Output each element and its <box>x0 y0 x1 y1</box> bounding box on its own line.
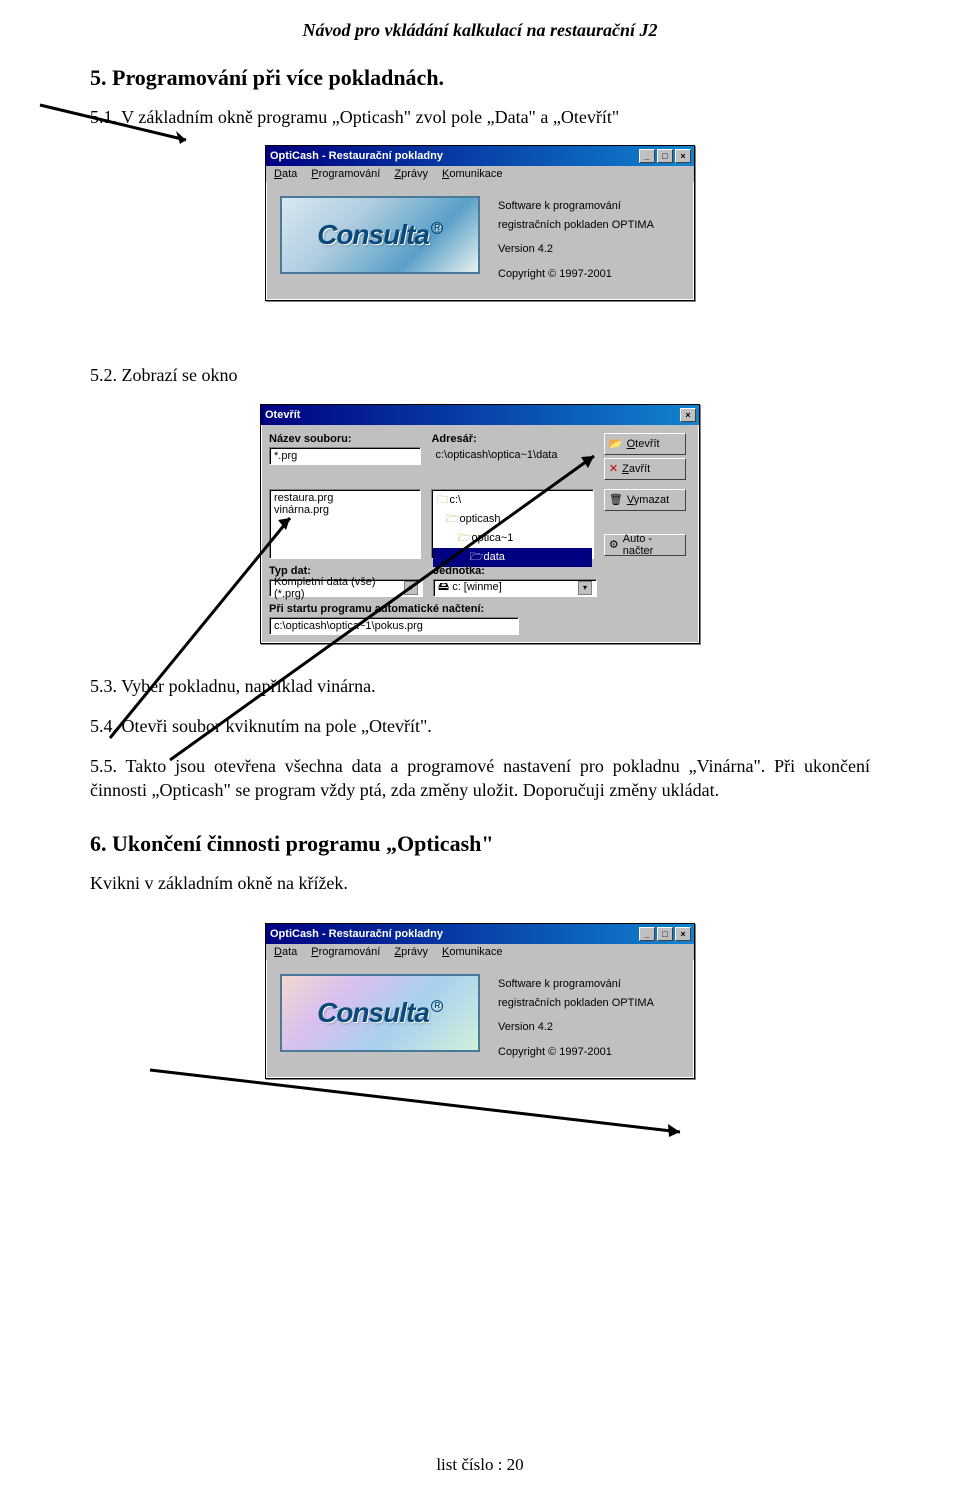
cancel-icon: ✕ <box>609 462 618 475</box>
consulta-logo: ConsultaR <box>280 974 480 1052</box>
registered-icon: R <box>431 222 443 234</box>
section-5-heading: 5. Programování při více pokladnách. <box>90 65 870 91</box>
menu-komunikace[interactable]: Komunikace <box>442 168 503 180</box>
open-button[interactable]: 📂OOtevříttevřít <box>604 433 686 455</box>
page-footer: list číslo : 20 <box>0 1455 960 1475</box>
file-list-item[interactable]: vinárna.prg <box>274 504 416 516</box>
window-title: OptiCash - Restaurační pokladny <box>270 150 443 162</box>
screenshot-opticash-main-2: OptiCash - Restaurační pokladny _ □ × Da… <box>265 923 695 1079</box>
menu-data[interactable]: Data <box>274 168 297 180</box>
autoload-button[interactable]: ⚙Auto - načter <box>604 534 686 556</box>
window-title: OptiCash - Restaurační pokladny <box>270 928 443 940</box>
maximize-icon[interactable]: □ <box>657 149 673 163</box>
screenshot-open-dialog: Otevřít × Název souboru: *.prg Adresář: … <box>260 404 700 644</box>
page-content: 5. Programování při více pokladnách. 5.1… <box>0 41 960 1079</box>
drive-select[interactable]: 🖴 c: [winme]▾ <box>433 579 597 597</box>
directory-label: Adresář: <box>431 433 593 445</box>
app-info-line-2: registračních pokladen OPTIMA <box>498 217 654 234</box>
menu-programovani[interactable]: Programování <box>311 946 380 958</box>
folder-item[interactable]: 🗁optica~1 <box>433 529 591 548</box>
folder-tree[interactable]: 🗀c:\ 🗁opticash 🗁optica~1 🗁data <box>431 489 593 559</box>
delete-button[interactable]: 🗑Vymazat <box>604 489 686 511</box>
maximize-icon[interactable]: □ <box>657 927 673 941</box>
menu-komunikace[interactable]: Komunikace <box>442 946 503 958</box>
datatype-select[interactable]: Kompletní data (vše)(*.prg)▾ <box>269 579 423 597</box>
close-button[interactable]: ✕Zavřít <box>604 458 686 480</box>
close-icon[interactable]: × <box>680 408 696 422</box>
app-info: Software k programování registračních po… <box>498 196 654 284</box>
arrow-to-close-button <box>0 1060 960 1240</box>
folder-item[interactable]: 🗀c:\ <box>433 491 591 510</box>
logo-text: Consulta <box>317 219 429 251</box>
page-header: Návod pro vkládání kalkulací na restaura… <box>0 0 960 41</box>
drive-icon: 🖴 <box>438 581 449 593</box>
paragraph-5-3: 5.3. Vyber pokladnu, například vinárna. <box>90 674 870 698</box>
filename-field[interactable]: *.prg <box>269 447 421 465</box>
drive-label: Jednotka: <box>433 565 597 577</box>
registered-icon: R <box>431 1000 443 1012</box>
filename-label: Název souboru: <box>269 433 421 445</box>
paragraph-5-2: 5.2. Zobrazí se okno <box>90 363 870 387</box>
file-list-item[interactable]: restaura.prg <box>274 492 416 504</box>
window-titlebar: OptiCash - Restaurační pokladny _ □ × <box>266 146 694 166</box>
window-titlebar: OptiCash - Restaurační pokladny _ □ × <box>266 924 694 944</box>
folder-open-icon: 🗁 <box>457 529 471 548</box>
paragraph-5-4: 5.4. Otevři soubor kviknutím na pole „Ot… <box>90 714 870 738</box>
app-copyright: Copyright © 1997-2001 <box>498 266 654 283</box>
minimize-icon[interactable]: _ <box>639 149 655 163</box>
menu-programovani[interactable]: Programování <box>311 168 380 180</box>
paragraph-6-1: Kvikni v základním okně na křížek. <box>90 871 870 895</box>
directory-path: c:\opticash\optica~1\data <box>431 447 593 463</box>
autoload-label: Při startu programu automatické načtení: <box>269 603 691 615</box>
close-icon[interactable]: × <box>675 927 691 941</box>
paragraph-5-1: 5.1. V základním okně programu „Opticash… <box>90 105 870 129</box>
open-folder-icon: 📂 <box>609 437 623 450</box>
section-6-heading: 6. Ukončení činnosti programu „Opticash" <box>90 831 870 857</box>
file-list[interactable]: restaura.prg vinárna.prg <box>269 489 421 559</box>
minimize-icon[interactable]: _ <box>639 927 655 941</box>
app-info-line-2: registračních pokladen OPTIMA <box>498 995 654 1012</box>
dialog-title: Otevřít <box>265 409 300 421</box>
chevron-down-icon: ▾ <box>404 581 418 595</box>
menu-data[interactable]: Data <box>274 946 297 958</box>
app-info-line-1: Software k programování <box>498 976 654 993</box>
trash-icon: 🗑 <box>609 493 623 506</box>
app-version: Version 4.2 <box>498 1019 654 1036</box>
paragraph-5-5: 5.5. Takto jsou otevřena všechna data a … <box>90 754 870 803</box>
menu-zpravy[interactable]: Zprávy <box>394 168 428 180</box>
autoload-path-field[interactable]: c:\opticash\optica~1\pokus.prg <box>269 617 519 635</box>
window-menubar: Data Programování Zprávy Komunikace <box>266 944 694 960</box>
logo-text: Consulta <box>317 997 429 1029</box>
close-icon[interactable]: × <box>675 149 691 163</box>
window-menubar: Data Programování Zprávy Komunikace <box>266 166 694 182</box>
app-copyright: Copyright © 1997-2001 <box>498 1044 654 1061</box>
gear-icon: ⚙ <box>609 538 619 551</box>
chevron-down-icon: ▾ <box>578 581 592 595</box>
app-version: Version 4.2 <box>498 241 654 258</box>
menu-zpravy[interactable]: Zprávy <box>394 946 428 958</box>
screenshot-opticash-main-1: OptiCash - Restaurační pokladny _ □ × Da… <box>265 145 695 301</box>
dialog-titlebar: Otevřít × <box>261 405 699 425</box>
folder-open-icon: 🗁 <box>445 510 459 529</box>
app-info: Software k programování registračních po… <box>498 974 654 1062</box>
consulta-logo: ConsultaR <box>280 196 480 274</box>
folder-icon: 🗀 <box>435 491 449 510</box>
app-info-line-1: Software k programování <box>498 198 654 215</box>
folder-item[interactable]: 🗁opticash <box>433 510 591 529</box>
